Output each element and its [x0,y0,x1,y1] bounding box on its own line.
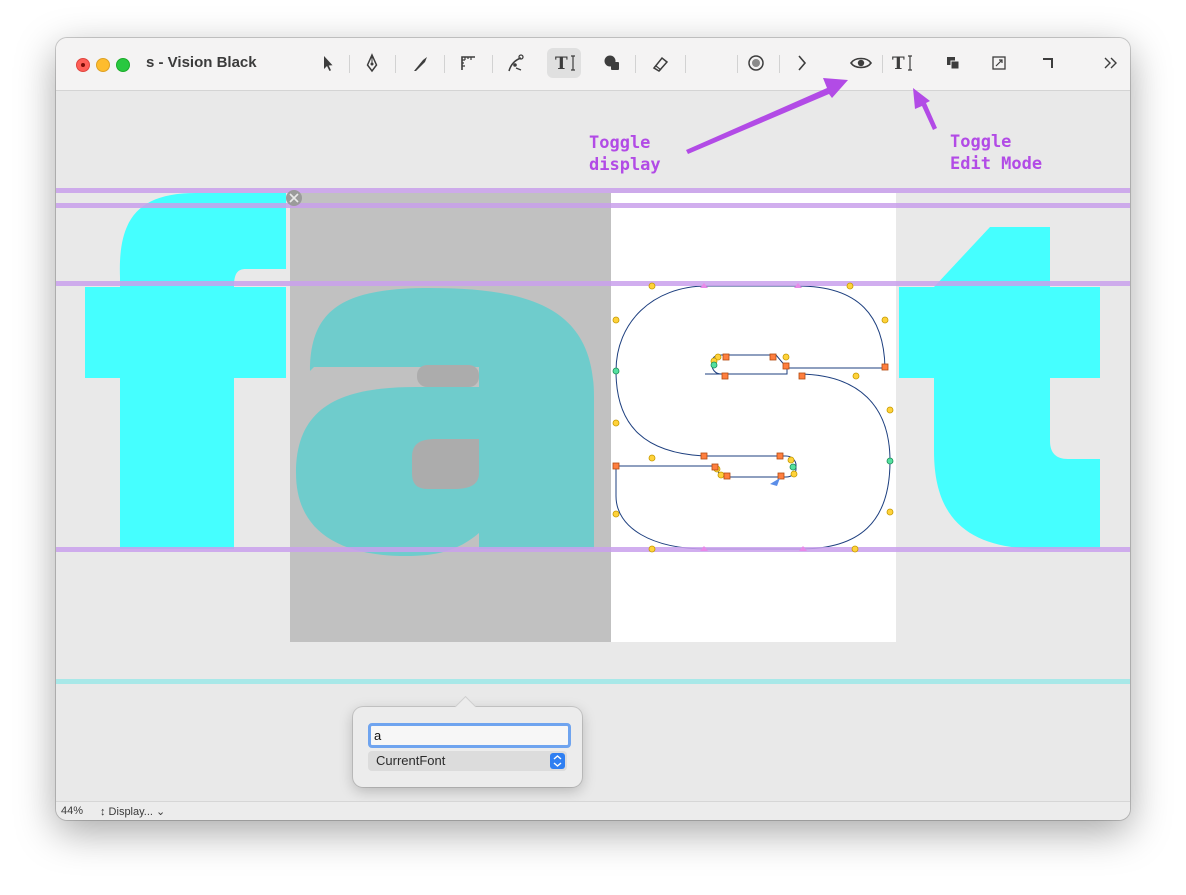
toggle-edit-mode-annotation: Toggle Edit Mode [950,132,1043,174]
toggle-display-annotation: Toggle display [589,133,661,175]
